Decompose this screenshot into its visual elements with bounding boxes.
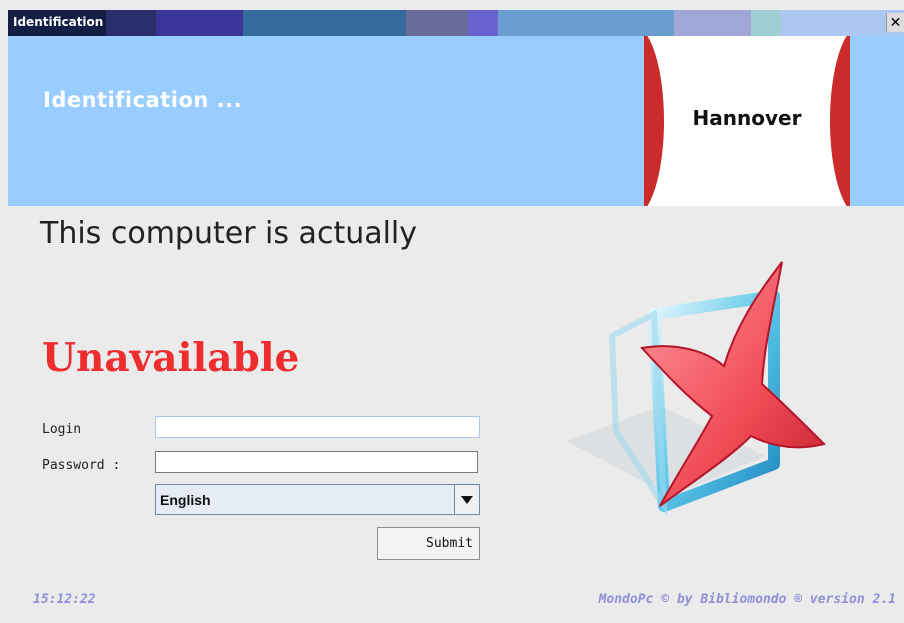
triangle-down-icon [461,495,473,504]
submit-button[interactable]: Submit [377,527,480,560]
language-select[interactable]: English [155,484,480,515]
password-label: Password : [42,458,121,473]
clock: 15:12:22 [33,592,96,607]
close-icon: ✕ [889,14,902,31]
status-text: Unavailable [42,335,300,381]
window-title: Identification [13,15,104,29]
header-banner: Identification ... Hannover [8,36,904,206]
credits-text: MondoPc © by Bibliomondo ® version 2.1 [598,592,896,607]
logo-text: Hannover [692,106,802,130]
title-bar[interactable]: Identification ✕ [8,10,904,36]
password-input[interactable] [155,451,478,473]
close-button[interactable]: ✕ [886,13,904,32]
unavailable-message: This computer is actually [40,216,418,251]
dropdown-arrow-button[interactable] [454,485,479,514]
identification-window: Identification ✕ Identification ... Hann… [8,10,904,623]
login-input[interactable] [155,416,480,438]
language-selected-value: English [160,491,211,508]
header-title: Identification ... [43,88,243,112]
login-label: Login [42,422,82,437]
red-x-icon [566,261,826,516]
hannover-logo: Hannover [644,36,850,206]
